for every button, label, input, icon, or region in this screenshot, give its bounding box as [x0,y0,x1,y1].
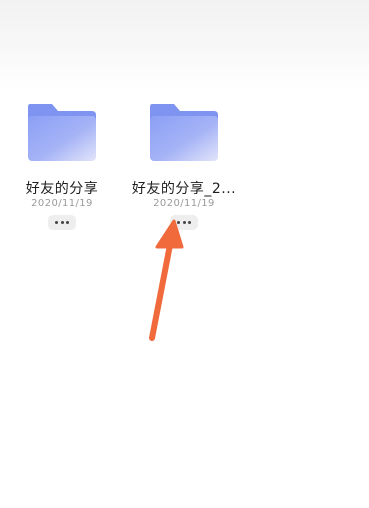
folder-date: 2020/11/19 [153,198,215,209]
more-options-button[interactable] [48,215,76,230]
file-grid: 好友的分享 2020/11/19 好友的分享_2... 2020/11/19 [0,0,369,508]
folder-name: 好友的分享_2... [131,181,237,197]
more-dots-icon [177,221,180,224]
folder-icon [26,102,98,162]
more-dots-icon [55,221,58,224]
folder-date: 2020/11/19 [31,198,93,209]
folder-item-1[interactable]: 好友的分享 2020/11/19 [6,98,118,238]
more-options-button[interactable] [170,215,198,230]
folder-item-2[interactable]: 好友的分享_2... 2020/11/19 [128,98,240,238]
folder-name: 好友的分享 [25,181,99,197]
folder-icon [148,102,220,162]
